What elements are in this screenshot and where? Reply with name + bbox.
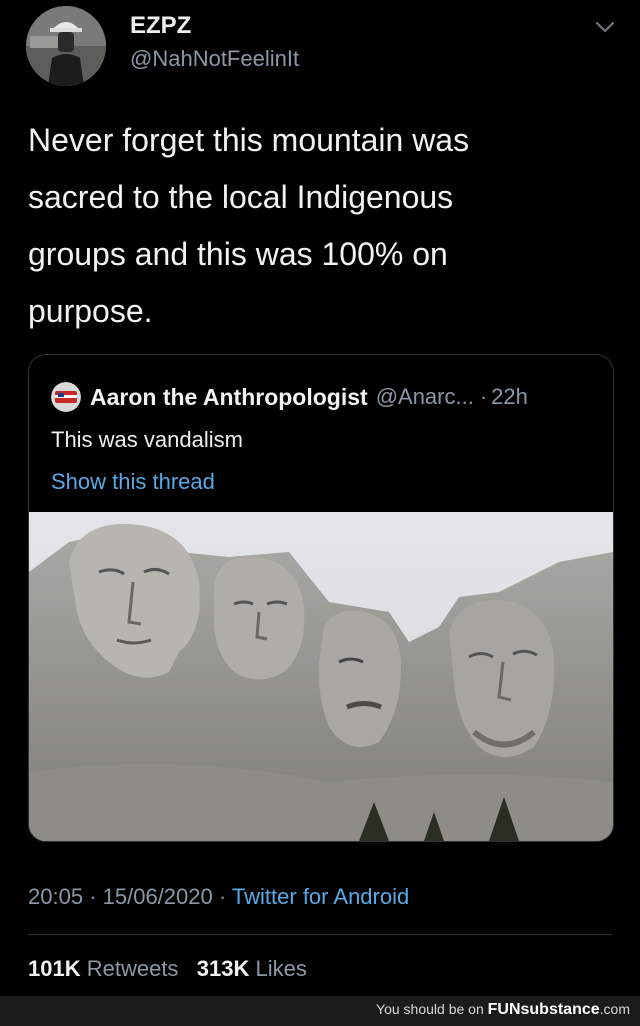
divider	[28, 934, 612, 935]
quoted-tweet-text: This was vandalism	[51, 427, 243, 452]
mount-rushmore-photo	[29, 512, 613, 841]
quoted-tweet-time[interactable]: 22h	[491, 384, 528, 410]
tweet-screenshot: EZPZ @NahNotFeelinIt Never forget this m…	[0, 0, 640, 1026]
chevron-down-icon[interactable]	[594, 16, 616, 38]
quoted-author-name[interactable]: Aaron the Anthropologist	[90, 384, 368, 411]
quoted-tweet-image[interactable]	[29, 512, 613, 841]
likes-label: Likes	[255, 956, 307, 981]
retweets-stat[interactable]: 101K Retweets	[28, 956, 178, 981]
tweet-stats: 101K Retweets 313K Likes	[28, 956, 307, 982]
tweet-source-link[interactable]: Twitter for Android	[232, 884, 409, 909]
watermark-suffix: .com	[599, 1001, 630, 1017]
retweets-count: 101K	[28, 956, 81, 981]
tweet-time: 20:05	[28, 884, 84, 909]
show-thread-link[interactable]: Show this thread	[51, 469, 215, 495]
watermark-bar: You should be on FUNsubstance.com	[0, 996, 640, 1026]
watermark-brand: FUNsubstance	[487, 1001, 600, 1018]
tweet-meta: 20:05 · 15/06/2020 · Twitter for Android	[28, 884, 409, 910]
avatar-photo	[26, 6, 106, 86]
quoted-tweet-card[interactable]: Aaron the Anthropologist @Anarc... · 22h…	[28, 354, 614, 842]
quoted-author-avatar[interactable]	[51, 382, 81, 412]
watermark-prefix: You should be on	[376, 1001, 488, 1017]
separator-dot: ·	[479, 384, 488, 409]
likes-count: 313K	[196, 956, 250, 981]
tweet-date: 15/06/2020	[102, 884, 213, 909]
likes-stat[interactable]: 313K Likes	[197, 956, 307, 981]
separator-dot: ·	[218, 884, 227, 909]
author-handle[interactable]: @NahNotFeelinIt	[130, 46, 299, 72]
watermark-text: You should be on FUNsubstance.com	[376, 1001, 630, 1019]
author-display-name[interactable]: EZPZ	[130, 12, 191, 40]
retweets-label: Retweets	[86, 956, 179, 981]
tweet-text: Never forget this mountain was sacred to…	[28, 122, 470, 329]
quoted-tweet-header: Aaron the Anthropologist @Anarc... · 22h	[51, 381, 528, 413]
quoted-author-handle[interactable]: @Anarc...	[376, 384, 474, 410]
author-avatar[interactable]	[26, 6, 106, 86]
separator-dot: ·	[89, 884, 97, 909]
